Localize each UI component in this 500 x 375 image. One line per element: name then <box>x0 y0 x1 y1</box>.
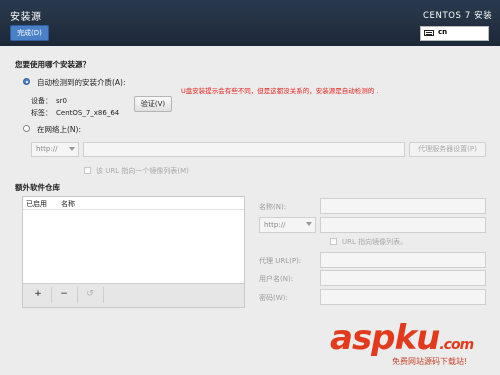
toolbar-divider <box>103 287 104 303</box>
label-row: 标签： CentOS_7_x86_64 <box>31 108 119 118</box>
device-value: sr0 <box>56 97 67 105</box>
toolbar-divider <box>77 287 78 303</box>
watermark-brand-a: asp <box>330 318 396 358</box>
keyboard-icon <box>424 30 434 36</box>
username-label: 用户名(N): <box>259 275 294 283</box>
auto-detect-radio[interactable] <box>23 78 30 85</box>
repo-toolbar: + − ↺ <box>23 283 244 307</box>
page-title: 安装源 <box>10 12 42 23</box>
watermark-brand-b: ku <box>394 318 441 358</box>
device-row: 设备： sr0 <box>31 96 67 106</box>
verify-button[interactable]: 验证(V) <box>134 96 172 112</box>
watermark-subtitle: 免费网站源码下载站! <box>392 357 468 366</box>
source-question: 您要使用哪个安装源？ <box>15 60 90 69</box>
device-key: 设备： <box>31 97 52 105</box>
column-name: 名称 <box>61 200 75 208</box>
product-title: CENTOS 7 安装 <box>423 11 493 21</box>
auto-detect-label: 自动检测到的安装介质(A): <box>37 78 126 87</box>
chevron-down-icon <box>306 222 312 226</box>
network-label: 在网络上(N): <box>37 125 81 134</box>
proxy-settings-button[interactable]: 代理服务器设置(P) <box>409 142 486 157</box>
repo-table[interactable]: 已启用 名称 + − ↺ <box>22 196 245 308</box>
repo-protocol-value: http:// <box>264 221 286 229</box>
reset-repo-button[interactable]: ↺ <box>79 288 101 302</box>
protocol-select[interactable]: http:// <box>31 142 79 157</box>
header-bar: 安装源 完成(D) CENTOS 7 安装 cn <box>0 0 500 46</box>
repo-protocol-select[interactable]: http:// <box>259 217 316 233</box>
remove-repo-button[interactable]: − <box>53 288 75 302</box>
repo-name-field[interactable] <box>320 198 486 214</box>
network-radio[interactable] <box>23 125 30 132</box>
keyboard-layout-indicator[interactable]: cn <box>420 26 489 41</box>
annotation-note: U盘安装提示会有些不同，但是这都没关系的，安装源是自动检测的 . <box>181 87 379 95</box>
chevron-down-icon <box>69 147 75 151</box>
done-button[interactable]: 完成(D) <box>10 25 49 41</box>
repo-url-field[interactable] <box>320 217 486 233</box>
username-field[interactable] <box>320 270 486 286</box>
network-url-field[interactable] <box>83 142 405 157</box>
mirror-list-label: 该 URL 指向一个镜像列表(M) <box>96 167 189 175</box>
watermark-brand-c: .com <box>439 337 474 353</box>
repo-table-header: 已启用 名称 <box>23 197 244 210</box>
toolbar-divider <box>51 287 52 303</box>
proxy-url-label: 代理 URL(P): <box>259 257 302 265</box>
protocol-value: http:// <box>36 145 58 153</box>
proxy-url-field[interactable] <box>320 252 486 268</box>
label-key: 标签： <box>31 109 52 117</box>
repo-mirror-label: URL 指向镜像列表。 <box>342 238 408 246</box>
keyboard-layout-label: cn <box>438 28 448 36</box>
column-enabled: 已启用 <box>26 200 47 208</box>
repo-mirror-checkbox[interactable] <box>330 238 337 245</box>
extra-repos-title: 额外软件仓库 <box>15 183 60 192</box>
password-field[interactable] <box>320 289 486 305</box>
password-label: 密码(W): <box>259 294 288 302</box>
watermark-logo: aspku.com <box>330 318 474 358</box>
mirror-list-checkbox[interactable] <box>84 167 91 174</box>
repo-name-label: 名称(N): <box>259 203 287 211</box>
add-repo-button[interactable]: + <box>27 288 49 302</box>
label-value: CentOS_7_x86_64 <box>56 109 120 117</box>
